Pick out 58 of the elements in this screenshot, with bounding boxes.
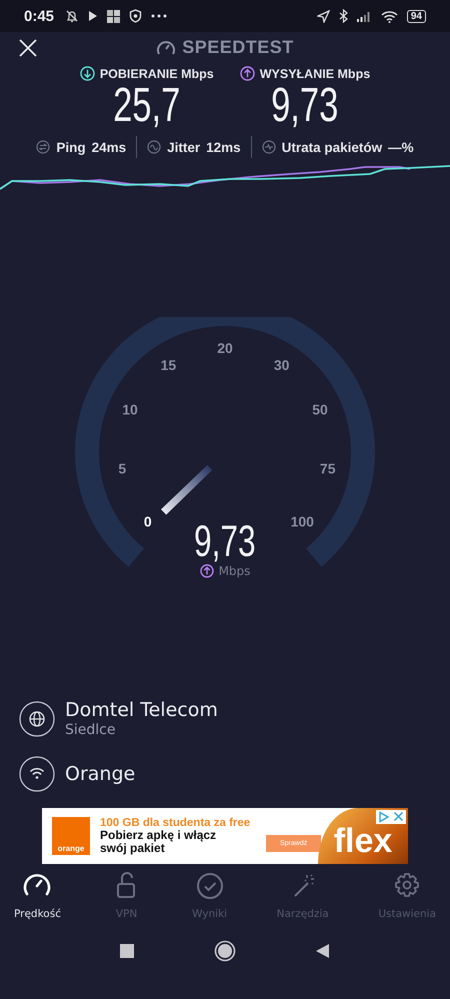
result-label: POBIERANIE Mbps — [100, 66, 214, 80]
needle — [160, 464, 213, 515]
shield-icon — [129, 9, 142, 23]
ad-text: Pobierz apkę i włącz swój pakiet — [100, 829, 218, 855]
result-value: 25,7 — [113, 83, 180, 129]
server-location: Siedlce — [65, 722, 116, 738]
network-name: Orange — [65, 763, 136, 785]
wifi-icon — [19, 756, 55, 792]
gauge-reading: 9,73 — [194, 522, 256, 562]
home-icon[interactable] — [214, 940, 236, 962]
wifi-icon — [380, 10, 398, 22]
brand-logo: orange — [58, 844, 84, 853]
metric-value: —% — [388, 140, 414, 154]
gauge-tick-label: 20 — [217, 340, 233, 356]
signal-icon — [356, 10, 372, 22]
gauge-tick-label: 50 — [312, 402, 328, 418]
nav-tab[interactable]: VPN — [110, 870, 143, 920]
result-value: 9,73 — [271, 83, 339, 129]
provider-name: Domtel Telecom — [65, 699, 218, 721]
nav-tab[interactable]: Narzędzia — [276, 870, 329, 920]
result-label: WYSYŁANIE Mbps — [260, 66, 370, 80]
windows-icon — [107, 10, 120, 22]
metric-label: Jitter — [167, 140, 200, 154]
upload-icon — [200, 564, 214, 578]
loss-icon — [262, 140, 276, 154]
metric-value: 24ms — [92, 140, 126, 154]
gauge-tick-label: 15 — [160, 356, 176, 373]
bell-off-icon — [65, 9, 80, 23]
metric-label: Ping — [56, 140, 86, 154]
gauge-tick-label: 0 — [144, 514, 152, 530]
globe-icon — [19, 700, 55, 736]
download-icon — [80, 66, 95, 81]
location-arrow-icon — [316, 10, 330, 22]
ad-headline: 100 GB dla studenta za free — [100, 817, 250, 829]
gauge-icon — [156, 38, 176, 56]
product-logo: flex — [334, 822, 392, 860]
battery-indicator: 94 — [406, 10, 426, 22]
nav-tab[interactable]: Prędkość — [14, 870, 61, 920]
ad-choices-icon[interactable] — [378, 811, 390, 823]
play-icon — [88, 10, 98, 22]
gauge-tick-label: 10 — [122, 402, 138, 418]
back-icon[interactable] — [316, 944, 330, 958]
app-title: SPEEDTEST — [182, 36, 294, 58]
ping-icon — [36, 140, 50, 154]
metric-value: 12ms — [206, 140, 241, 154]
more-icon — [151, 14, 168, 18]
unit-label: Mbps — [218, 564, 250, 578]
jitter-icon — [147, 140, 162, 154]
metric-label: Utrata pakietów — [282, 140, 382, 154]
gauge-tick-label: 30 — [274, 356, 290, 373]
nav-tab[interactable]: Wyniki — [192, 870, 228, 920]
clock: 0:45 — [24, 8, 54, 24]
nav-tab[interactable]: Ustawienia — [378, 870, 436, 920]
gauge-tick-label: 75 — [320, 460, 336, 476]
gauge-tick-label: 100 — [290, 514, 314, 530]
gauge-tick-label: 5 — [118, 460, 126, 476]
bluetooth-icon — [338, 9, 348, 23]
upload-icon — [240, 66, 255, 81]
